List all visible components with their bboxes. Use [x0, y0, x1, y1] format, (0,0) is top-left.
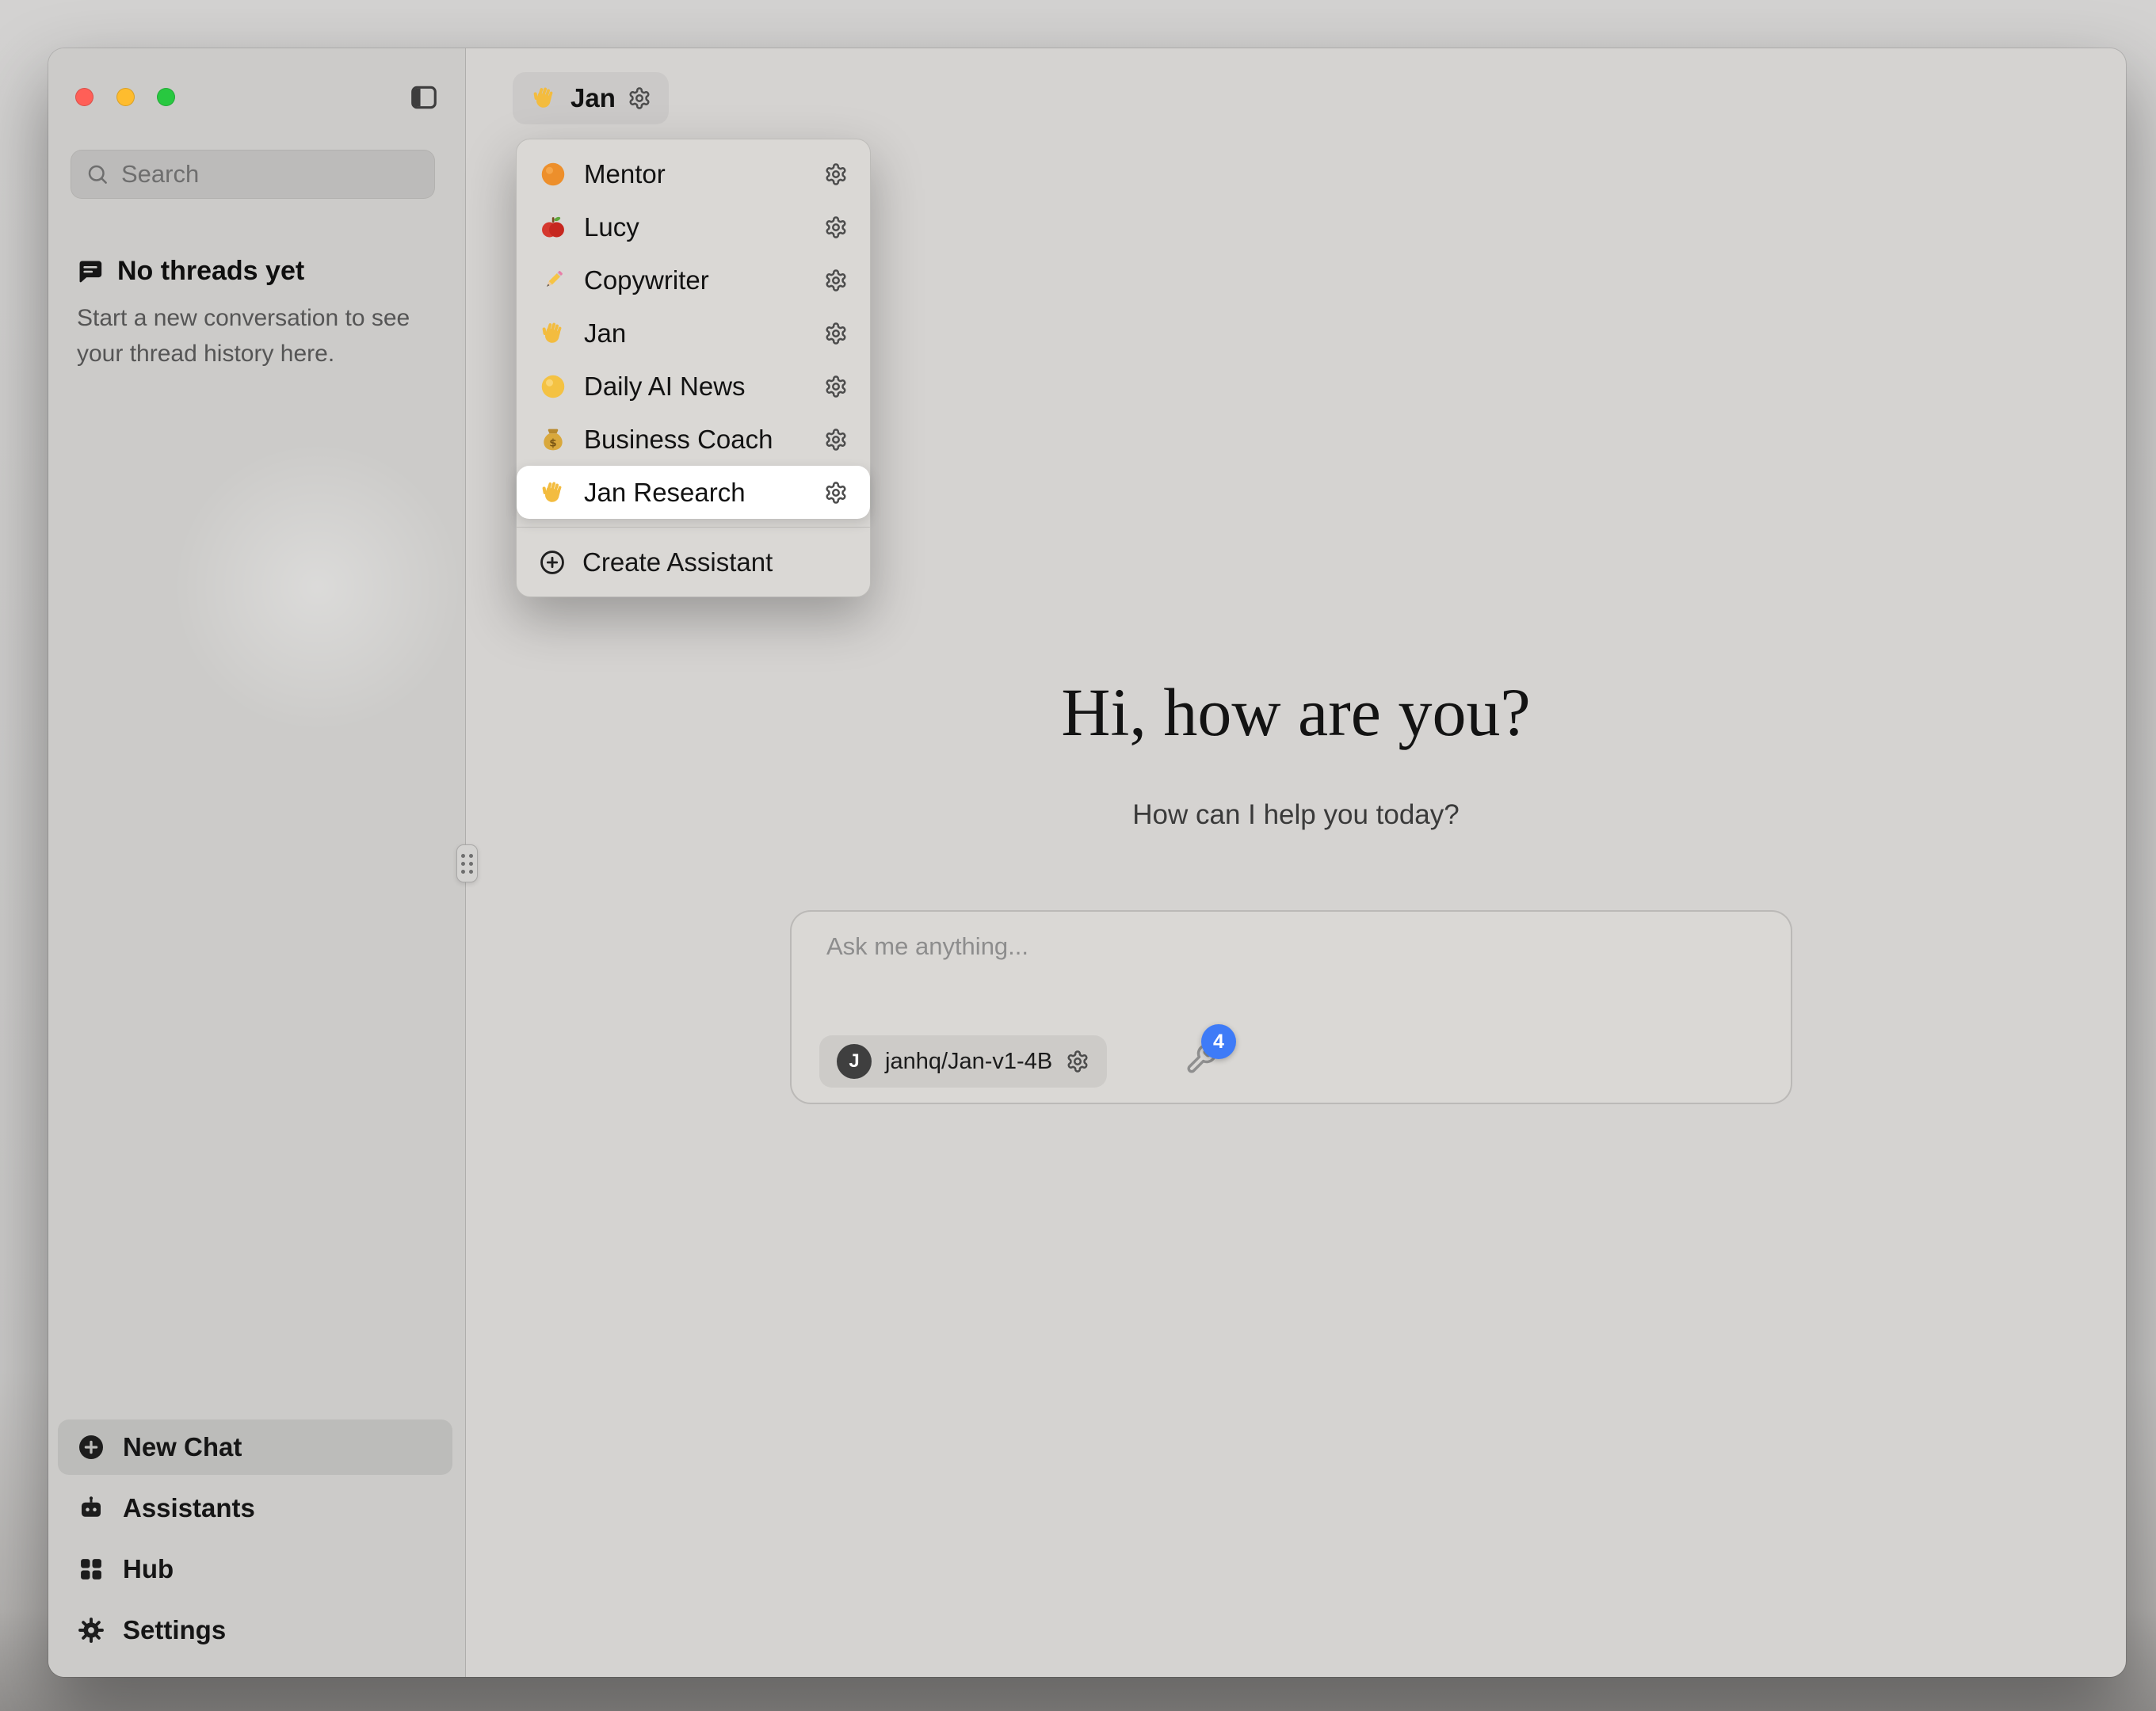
plus-circle-outline-icon	[539, 549, 566, 576]
menu-item-label: Create Assistant	[582, 547, 848, 577]
assistant-gear-button[interactable]	[824, 215, 848, 239]
gear-icon	[824, 375, 848, 398]
sidebar-item-new-chat[interactable]: New Chat	[58, 1419, 452, 1475]
create-assistant-button[interactable]: Create Assistant	[517, 535, 870, 589]
model-avatar: J	[837, 1044, 872, 1079]
gear-icon	[824, 322, 848, 345]
gear-icon	[1066, 1050, 1089, 1073]
sidebar-toggle-button[interactable]	[406, 80, 441, 115]
gear-icon	[824, 428, 848, 452]
empty-state-title: No threads yet	[117, 256, 304, 287]
menu-item-label: Mentor	[584, 159, 807, 189]
desktop: { "sidebar": { "search": { "placeholder"…	[0, 0, 2156, 1711]
money-bag-emoji-icon	[539, 425, 567, 454]
search-icon	[86, 162, 109, 186]
hub-icon	[77, 1555, 105, 1583]
greeting-subtitle: How can I help you today?	[466, 799, 2126, 831]
grip-dots-icon	[461, 854, 473, 874]
gear-icon	[824, 481, 848, 505]
assistant-settings-button[interactable]	[628, 86, 651, 110]
empty-threads-state: No threads yet Start a new conversation …	[77, 256, 437, 372]
minimize-button[interactable]	[116, 88, 135, 106]
waving-hand-emoji-icon	[530, 84, 559, 112]
empty-state-description: Start a new conversation to see your thr…	[77, 300, 437, 372]
assistant-gear-button[interactable]	[824, 269, 848, 292]
pencil-emoji-icon	[539, 266, 567, 295]
gear-icon	[824, 162, 848, 186]
chat-bubble-icon	[77, 258, 104, 285]
settings-gear-icon	[77, 1616, 105, 1644]
plus-circle-icon	[77, 1433, 105, 1461]
orange-circle-emoji-icon	[539, 160, 567, 189]
close-button[interactable]	[75, 88, 93, 106]
assistant-menu-item-copywriter[interactable]: Copywriter	[517, 253, 870, 307]
assistant-menu-item-lucy[interactable]: Lucy	[517, 200, 870, 253]
menu-item-label: Business Coach	[584, 425, 807, 455]
assistant-menu-item-jan-research[interactable]: Jan Research	[517, 466, 870, 519]
assistant-gear-button[interactable]	[824, 322, 848, 345]
chat-input[interactable]	[826, 932, 1756, 999]
menu-item-label: Daily AI News	[584, 372, 807, 402]
gear-icon	[824, 215, 848, 239]
sidebar-resize-handle[interactable]	[456, 844, 478, 882]
waving-hand-emoji-icon	[539, 319, 567, 348]
greeting-title: Hi, how are you?	[466, 673, 2126, 752]
tools-count-badge: 4	[1201, 1024, 1236, 1059]
current-assistant-name: Jan	[570, 83, 616, 113]
nav-label: Settings	[123, 1615, 226, 1645]
sidebar-item-hub[interactable]: Hub	[58, 1541, 452, 1597]
model-name: janhq/Jan-v1-4B	[885, 1049, 1052, 1075]
gear-icon	[824, 269, 848, 292]
assistant-gear-button[interactable]	[824, 428, 848, 452]
sidebar-item-settings[interactable]: Settings	[58, 1602, 452, 1658]
menu-item-label: Jan Research	[584, 478, 807, 508]
nav-label: Assistants	[123, 1493, 255, 1523]
menu-item-label: Jan	[584, 318, 807, 349]
sidebar-toggle-icon	[408, 82, 440, 112]
menu-separator	[517, 527, 870, 528]
assistants-icon	[77, 1494, 105, 1522]
menu-item-label: Lucy	[584, 212, 807, 242]
gear-icon	[628, 86, 651, 110]
assistant-gear-button[interactable]	[824, 481, 848, 505]
assistant-menu-item-daily-ai-news[interactable]: Daily AI News	[517, 360, 870, 413]
model-selector[interactable]: J janhq/Jan-v1-4B	[819, 1035, 1107, 1088]
search-field	[71, 150, 435, 199]
yellow-circle-emoji-icon	[539, 372, 567, 401]
assistant-switcher[interactable]: Jan	[513, 72, 669, 124]
nav-label: Hub	[123, 1554, 174, 1584]
sidebar: No threads yet Start a new conversation …	[48, 48, 466, 1677]
assistant-menu: Mentor Lucy Copywriter Jan Daily AI News…	[516, 139, 871, 597]
app-window: No threads yet Start a new conversation …	[48, 48, 2126, 1677]
assistant-menu-item-jan[interactable]: Jan	[517, 307, 870, 360]
nav-label: New Chat	[123, 1432, 242, 1462]
red-apple-emoji-icon	[539, 213, 567, 242]
search-input[interactable]	[121, 160, 420, 189]
assistant-menu-item-business-coach[interactable]: Business Coach	[517, 413, 870, 466]
assistant-menu-item-mentor[interactable]: Mentor	[517, 147, 870, 200]
sidebar-nav: New Chat Assistants Hub Settings	[58, 1419, 452, 1658]
zoom-button[interactable]	[157, 88, 175, 106]
sidebar-decoration	[167, 436, 468, 737]
assistant-gear-button[interactable]	[824, 162, 848, 186]
menu-item-label: Copywriter	[584, 265, 807, 295]
chat-composer: J janhq/Jan-v1-4B 4	[790, 910, 1792, 1104]
sidebar-item-assistants[interactable]: Assistants	[58, 1480, 452, 1536]
model-settings-button[interactable]	[1066, 1050, 1089, 1073]
assistant-gear-button[interactable]	[824, 375, 848, 398]
waving-hand-emoji-icon	[539, 478, 567, 507]
